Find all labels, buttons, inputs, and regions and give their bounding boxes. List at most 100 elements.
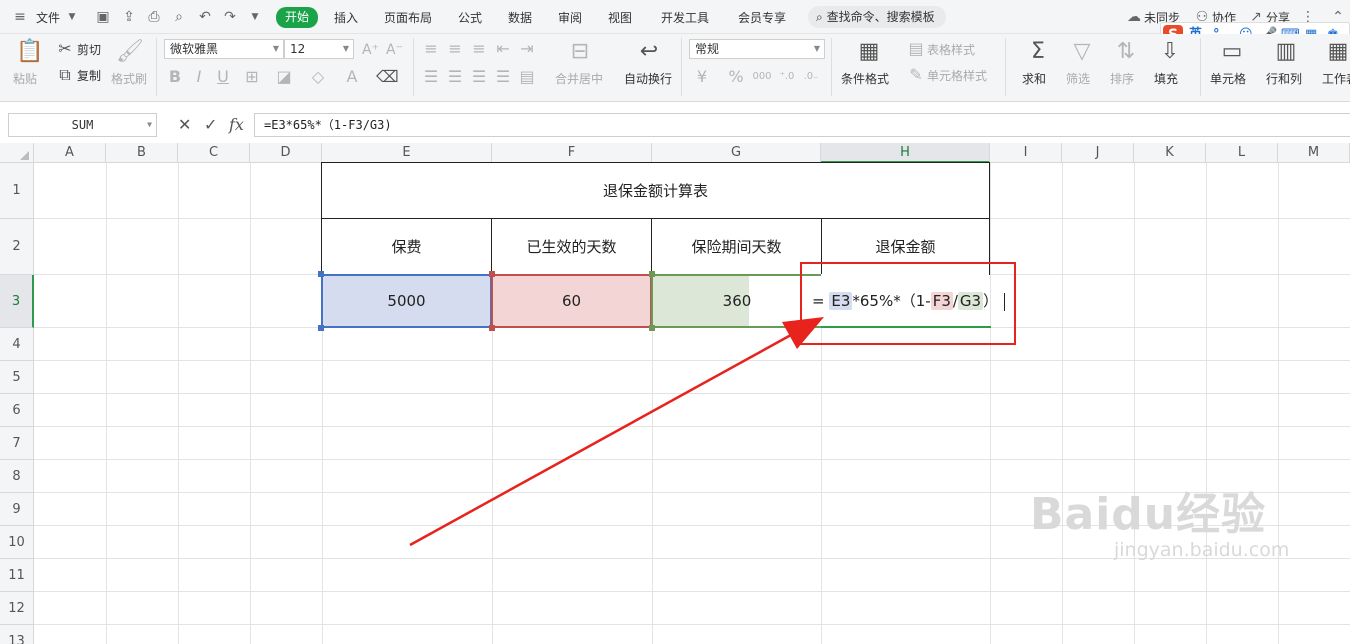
separator — [1200, 38, 1201, 96]
fill-button[interactable]: 填充 — [1154, 72, 1178, 86]
watermark-brand: Baidu经验 — [1030, 489, 1267, 540]
filter-icon[interactable]: ▽ — [1070, 40, 1094, 64]
redo-icon[interactable]: ↷ — [222, 9, 238, 25]
cell-style-brush-icon[interactable]: ✎ — [907, 66, 925, 84]
export-icon[interactable]: ⇪ — [121, 9, 137, 25]
quick-access-more-icon[interactable]: ▼ — [247, 9, 263, 25]
align-middle-icon[interactable]: ≡ — [446, 40, 464, 58]
table-style-button[interactable]: 表格样式 — [927, 43, 975, 57]
chevron-down-icon: ▼ — [272, 44, 279, 53]
print-icon[interactable]: ⎙ — [146, 9, 162, 25]
filter-button[interactable]: 筛选 — [1066, 72, 1090, 86]
tab-formulas[interactable]: 公式 — [458, 9, 482, 27]
cloud-icon[interactable]: ☁ — [1126, 9, 1142, 25]
cancel-icon[interactable]: ✕ — [178, 116, 191, 134]
print-preview-icon[interactable]: ⌕ — [171, 9, 187, 25]
save-icon[interactable]: ▣ — [95, 9, 111, 25]
format-painter-button[interactable]: 格式刷 — [111, 72, 147, 86]
file-menu[interactable]: 文件 — [36, 9, 60, 27]
table-style-icon[interactable]: ▤ — [907, 40, 925, 58]
tab-data[interactable]: 数据 — [508, 9, 532, 27]
font-name-value: 微软雅黑 — [170, 42, 219, 56]
annotation-arrow — [409, 317, 824, 547]
chevron-down-icon: ▼ — [342, 44, 349, 53]
format-painter-icon[interactable]: 🖌 — [116, 40, 144, 64]
align-center-icon[interactable]: ☰ — [446, 68, 464, 86]
italic-icon[interactable]: I — [192, 68, 206, 86]
fill-color-icon[interactable]: ◇ — [308, 68, 328, 86]
name-box[interactable]: SUM ▼ — [8, 113, 157, 137]
chevron-down-icon: ▼ — [147, 120, 152, 129]
increase-font-icon[interactable]: A⁺ — [362, 41, 379, 59]
spreadsheet-grid: A B C D E F G H I J K L M 1 2 3 4 5 6 7 … — [0, 143, 1350, 644]
indent-decrease-icon[interactable]: ⇤ — [494, 40, 512, 58]
cell-icon[interactable]: ▭ — [1220, 40, 1244, 64]
wrap-text-icon[interactable]: ↩ — [636, 40, 662, 64]
conditional-format-button[interactable]: 条件格式 — [841, 72, 889, 86]
conditional-format-icon[interactable]: ▦ — [857, 40, 881, 64]
hamburger-menu-icon[interactable]: ≡ — [12, 9, 28, 25]
row-col-button[interactable]: 行和列 — [1266, 72, 1302, 86]
tab-page-layout[interactable]: 页面布局 — [384, 9, 432, 27]
command-search[interactable]: ⌕ 查找命令、搜索模板 — [808, 6, 946, 28]
separator — [156, 38, 157, 96]
merge-center-icon[interactable]: ⊟ — [566, 40, 594, 64]
align-top-icon[interactable]: ≡ — [422, 40, 440, 58]
increase-decimal-icon[interactable]: ⁺.0 — [778, 68, 796, 86]
bold-icon[interactable]: B — [168, 68, 182, 86]
sum-icon[interactable]: Σ — [1026, 40, 1050, 64]
clear-format-icon[interactable]: ⌫ — [376, 68, 399, 86]
tab-developer[interactable]: 开发工具 — [661, 9, 709, 27]
currency-icon[interactable]: ¥ — [694, 68, 710, 86]
tab-view[interactable]: 视图 — [608, 9, 632, 27]
fill-icon[interactable]: ⇩ — [1158, 40, 1182, 64]
merge-center-button[interactable]: 合并居中 — [555, 72, 603, 86]
copy-button[interactable]: 复制 — [77, 69, 101, 83]
worksheet-button[interactable]: 工作表 — [1322, 72, 1350, 86]
thousands-icon[interactable]: 000 — [752, 68, 772, 86]
confirm-check-icon[interactable]: ✓ — [204, 116, 217, 134]
formula-input[interactable]: =E3*65%*（1-F3/G3) — [254, 113, 1350, 137]
cell-style-icon[interactable]: ◪ — [274, 68, 294, 86]
decrease-decimal-icon[interactable]: .0₋ — [802, 68, 820, 86]
insert-function-icon[interactable]: fx — [229, 116, 244, 134]
font-name-select[interactable]: 微软雅黑 ▼ — [164, 39, 284, 59]
tab-member[interactable]: 会员专享 — [738, 9, 786, 27]
undo-icon[interactable]: ↶ — [197, 9, 213, 25]
decrease-font-icon[interactable]: A⁻ — [386, 41, 403, 59]
font-color-icon[interactable]: A — [342, 68, 362, 86]
number-format-select[interactable]: 常规 ▼ — [689, 39, 825, 59]
underline-icon[interactable]: U — [216, 68, 230, 86]
watermark-url: jingyan.baidu.com — [1114, 539, 1290, 561]
worksheet-icon[interactable]: ▦ — [1326, 40, 1350, 64]
justify-icon[interactable]: ☰ — [494, 68, 512, 86]
paste-icon[interactable]: 📋 — [16, 40, 43, 64]
baidu-watermark: Baidu经验 jingyan.baidu.com — [1030, 489, 1290, 562]
tab-insert[interactable]: 插入 — [334, 9, 358, 27]
percent-icon[interactable]: % — [728, 68, 744, 86]
align-right-icon[interactable]: ☰ — [470, 68, 488, 86]
cut-button[interactable]: 剪切 — [77, 43, 101, 57]
wrap-text-button[interactable]: 自动换行 — [624, 72, 672, 86]
cell-style-button[interactable]: 单元格样式 — [927, 69, 987, 83]
sort-icon[interactable]: ⇅ — [1114, 40, 1138, 64]
sum-button[interactable]: 求和 — [1022, 72, 1046, 86]
sort-button[interactable]: 排序 — [1110, 72, 1134, 86]
align-bottom-icon[interactable]: ≡ — [470, 40, 488, 58]
indent-increase-icon[interactable]: ⇥ — [518, 40, 536, 58]
distributed-icon[interactable]: ▤ — [518, 68, 536, 86]
scissors-icon[interactable]: ✂ — [56, 40, 74, 58]
tab-home[interactable]: 开始 — [276, 7, 318, 28]
copy-icon[interactable]: ⧉ — [56, 66, 74, 84]
chevron-down-icon[interactable]: ▼ — [64, 9, 80, 25]
border-icon[interactable]: ⊞ — [242, 68, 262, 86]
tab-review[interactable]: 审阅 — [558, 9, 582, 27]
row-col-icon[interactable]: ▥ — [1274, 40, 1298, 64]
paste-button[interactable]: 粘贴 — [13, 72, 37, 86]
ribbon-toolbar: 📋 粘贴 ✂ 剪切 ⧉ 复制 🖌 格式刷 微软雅黑 ▼ 12 ▼ A⁺ A⁻ B… — [0, 34, 1350, 102]
cell-button[interactable]: 单元格 — [1210, 72, 1246, 86]
command-search-text: 查找命令、搜索模板 — [826, 10, 935, 24]
align-left-icon[interactable]: ☰ — [422, 68, 440, 86]
chevron-down-icon: ▼ — [813, 44, 820, 53]
font-size-select[interactable]: 12 ▼ — [284, 39, 354, 59]
